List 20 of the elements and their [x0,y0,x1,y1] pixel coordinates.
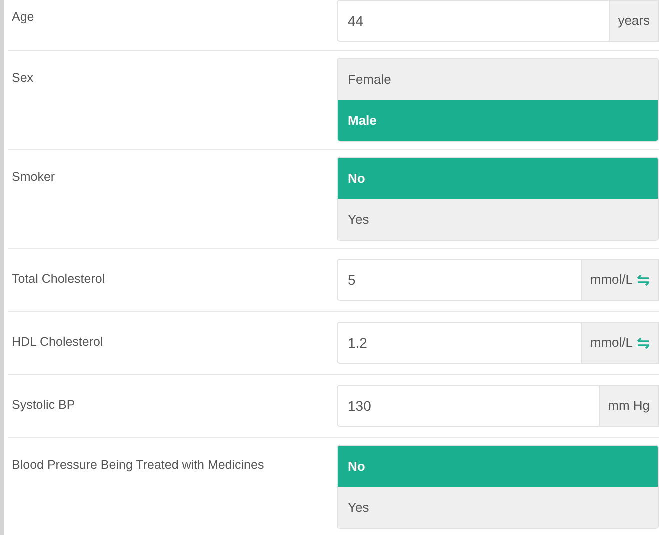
unit-label[interactable]: mmol/L [582,259,659,301]
field-label: Systolic BP [11,397,76,414]
unit-label: years [610,0,659,42]
field-label: Smoker [11,169,56,186]
option-button[interactable]: Female [338,59,658,100]
unit-label[interactable]: mmol/L [582,322,659,364]
field-label: Sex [11,70,34,88]
field-label: Blood Pressure Being Treated with Medicines [11,457,264,474]
field-label: Total Cholesterol [11,271,106,288]
option-button[interactable]: Yes [338,199,658,240]
swap-arrows-icon[interactable] [637,274,650,286]
option-button[interactable]: Yes [338,487,658,528]
number-input[interactable]: 1.2 [337,322,582,364]
number-input[interactable]: 5 [337,259,582,301]
unit-label: mm Hg [600,385,659,427]
field-label: Age [11,8,34,26]
number-input[interactable]: 44 [337,0,610,42]
number-input[interactable]: 130 [337,385,600,427]
swap-arrows-icon[interactable] [637,338,650,348]
field-label: HDL Cholesterol [11,334,104,352]
